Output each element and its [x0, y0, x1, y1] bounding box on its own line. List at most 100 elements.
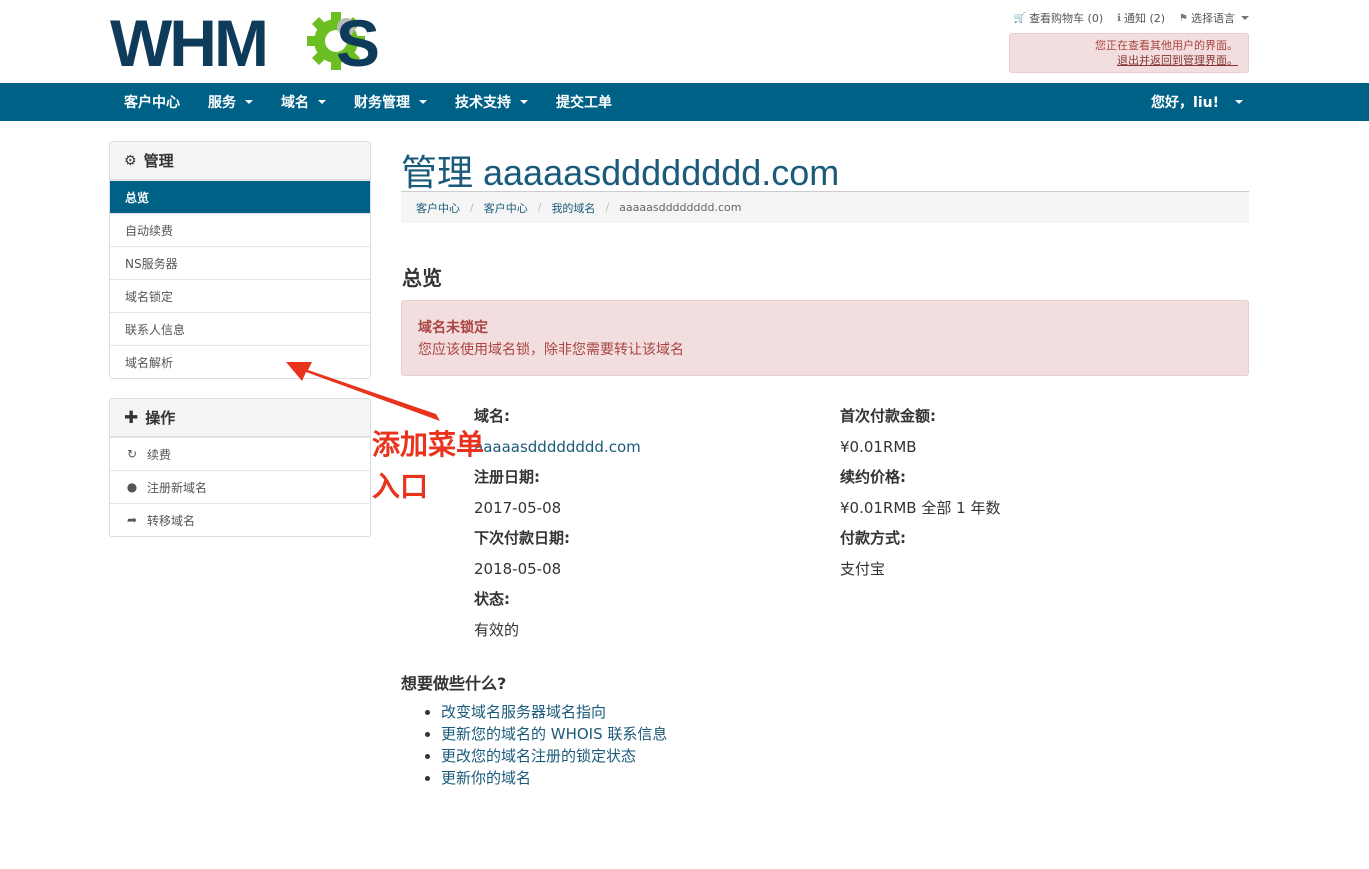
plus-icon: ✚	[124, 407, 139, 428]
detail-label: 域名:	[474, 407, 510, 425]
sidebar-item-overview[interactable]: 总览	[110, 180, 370, 213]
detail-value: 有效的	[474, 620, 520, 639]
whmcs-logo[interactable]: WHM S	[110, 10, 385, 74]
domain-details-left: 域名: aaaaasdddddddd.com 注册日期: 2017-05-08 …	[474, 401, 641, 645]
annotation-line: 入口	[372, 470, 429, 503]
renew-domain-link[interactable]: 更新你的域名	[441, 769, 531, 787]
list-item: 改变域名服务器域名指向	[441, 701, 667, 723]
gear-icon: ⚙	[124, 152, 137, 169]
chevron-down-icon	[1241, 16, 1249, 20]
chevron-down-icon	[318, 100, 326, 104]
list-item: 更新你的域名	[441, 767, 667, 789]
breadcrumb-separator: /	[605, 201, 610, 214]
update-whois-link[interactable]: 更新您的域名的 WHOIS 联系信息	[441, 725, 667, 743]
detail-value: ¥0.01RMB	[840, 437, 917, 456]
impersonation-alert: 您正在查看其他用户的界面。 退出并返回到管理界面。	[1009, 33, 1249, 73]
nav-domains[interactable]: 域名	[267, 83, 340, 121]
sidebar-item-renew[interactable]: ↻ 续费	[110, 437, 370, 470]
nav-label: 服务	[208, 95, 236, 111]
manage-panel-title: 管理	[143, 152, 174, 170]
breadcrumb: 客户中心 / 客户中心 / 我的域名 / aaaaasdddddddd.com	[401, 192, 1249, 223]
notifications-label: 通知 (2)	[1123, 12, 1166, 25]
detail-label: 续约价格:	[840, 468, 906, 486]
breadcrumb-separator: /	[537, 201, 542, 214]
list-item: 更新您的域名的 WHOIS 联系信息	[441, 723, 667, 745]
list-item: 更改您的域名注册的锁定状态	[441, 745, 667, 767]
nav-label: 技术支持	[455, 95, 511, 111]
chevron-down-icon	[419, 100, 427, 104]
sidebar-item-register-domain[interactable]: ● 注册新域名	[110, 470, 370, 503]
sidebar-item-label: 域名锁定	[125, 289, 174, 304]
sidebar-item-label: 域名解析	[125, 355, 174, 370]
sidebar-item-label: 转移域名	[147, 513, 196, 528]
detail-label: 注册日期:	[474, 468, 540, 486]
sidebar-item-label: 总览	[125, 190, 150, 205]
change-nameservers-link[interactable]: 改变域名服务器域名指向	[441, 703, 606, 721]
share-icon: ➦	[126, 513, 138, 527]
annotation-text: 添加菜单 入口	[372, 424, 484, 508]
language-selector[interactable]: ⚑ 选择语言	[1179, 10, 1249, 26]
breadcrumb-item[interactable]: 客户中心	[484, 200, 528, 216]
greeting-label: 您好，liu!	[1151, 95, 1219, 111]
change-lock-status-link[interactable]: 更改您的域名注册的锁定状态	[441, 747, 636, 765]
sidebar-item-dns[interactable]: 域名解析	[110, 345, 370, 378]
sidebar-item-label: NS服务器	[125, 256, 178, 271]
nav-label: 域名	[281, 95, 309, 111]
detail-value: 2017-05-08	[474, 498, 562, 517]
breadcrumb-item[interactable]: 我的域名	[551, 200, 595, 216]
chevron-down-icon	[1235, 100, 1243, 104]
nav-services[interactable]: 服务	[194, 83, 267, 121]
chevron-down-icon	[520, 100, 528, 104]
main-navbar: 客户中心 服务 域名 财务管理 技术支持 提交工单 您好，liu!	[0, 83, 1369, 121]
refresh-icon: ↻	[126, 447, 138, 461]
sidebar-item-auto-renew[interactable]: 自动续费	[110, 213, 370, 246]
sidebar-item-registrar-lock[interactable]: 域名锁定	[110, 279, 370, 312]
globe-icon: ●	[126, 480, 138, 494]
todo-list: 改变域名服务器域名指向 更新您的域名的 WHOIS 联系信息 更改您的域名注册的…	[441, 701, 667, 789]
sidebar-item-contact-info[interactable]: 联系人信息	[110, 312, 370, 345]
view-cart-label: 查看购物车 (0)	[1029, 12, 1104, 25]
section-title: 总览	[402, 266, 442, 290]
sidebar-item-nameservers[interactable]: NS服务器	[110, 246, 370, 279]
nav-label: 客户中心	[124, 95, 180, 111]
language-icon: ⚑	[1179, 12, 1188, 24]
sidebar-item-label: 联系人信息	[125, 322, 186, 337]
manage-panel-header: ⚙ 管理	[110, 142, 370, 180]
header: WHM S 🛒 查看购物车 (0) ℹ 通知 (2) ⚑ 选择语言 您正在查看其…	[0, 0, 1369, 83]
detail-value: ¥0.01RMB 全部 1 年数	[840, 498, 1001, 517]
domain-details-right: 首次付款金额: ¥0.01RMB 续约价格: ¥0.01RMB 全部 1 年数 …	[840, 401, 1000, 584]
todo-title: 想要做些什么?	[401, 674, 507, 693]
breadcrumb-item[interactable]: 客户中心	[416, 200, 460, 216]
chevron-down-icon	[245, 100, 253, 104]
info-icon: ℹ	[1117, 12, 1121, 24]
actions-panel-header: ✚ 操作	[110, 399, 370, 437]
return-to-admin-link[interactable]: 退出并返回到管理界面。	[1117, 54, 1238, 67]
notifications-link[interactable]: ℹ 通知 (2)	[1117, 10, 1165, 26]
nav-support[interactable]: 技术支持	[441, 83, 542, 121]
detail-value: 支付宝	[840, 559, 886, 578]
breadcrumb-current: aaaaasdddddddd.com	[619, 201, 742, 214]
nav-billing[interactable]: 财务管理	[340, 83, 441, 121]
detail-label: 下次付款日期:	[474, 529, 570, 547]
alert-text: 您应该使用域名锁，除非您需要转让该域名	[418, 342, 684, 358]
detail-label: 状态:	[474, 590, 510, 608]
sidebar-item-label: 续费	[147, 447, 172, 462]
view-cart-link[interactable]: 🛒 查看购物车 (0)	[1014, 10, 1104, 26]
detail-label: 首次付款金额:	[840, 407, 936, 425]
detail-value: 2018-05-08	[474, 559, 562, 578]
breadcrumb-separator: /	[470, 201, 474, 214]
language-label: 选择语言	[1191, 12, 1235, 25]
manage-panel: ⚙ 管理 总览 自动续费 NS服务器 域名锁定 联系人信息 域名解析	[109, 141, 371, 379]
nav-client-area[interactable]: 客户中心	[110, 83, 194, 121]
svg-text:S: S	[336, 10, 380, 74]
sidebar-item-transfer-domain[interactable]: ➦ 转移域名	[110, 503, 370, 536]
top-links: 🛒 查看购物车 (0) ℹ 通知 (2) ⚑ 选择语言	[1014, 10, 1249, 26]
page-title: 管理 aaaaasdddddddd.com	[401, 152, 840, 193]
account-menu[interactable]: 您好，liu!	[1151, 83, 1243, 121]
detail-value-domain[interactable]: aaaaasdddddddd.com	[474, 432, 641, 463]
nav-open-ticket[interactable]: 提交工单	[542, 83, 626, 121]
cart-icon: 🛒	[1013, 12, 1027, 24]
domain-unlocked-alert: 域名未锁定 您应该使用域名锁，除非您需要转让该域名	[401, 300, 1249, 376]
alert-title: 域名未锁定	[418, 320, 488, 336]
annotation-line: 添加菜单	[372, 428, 485, 461]
